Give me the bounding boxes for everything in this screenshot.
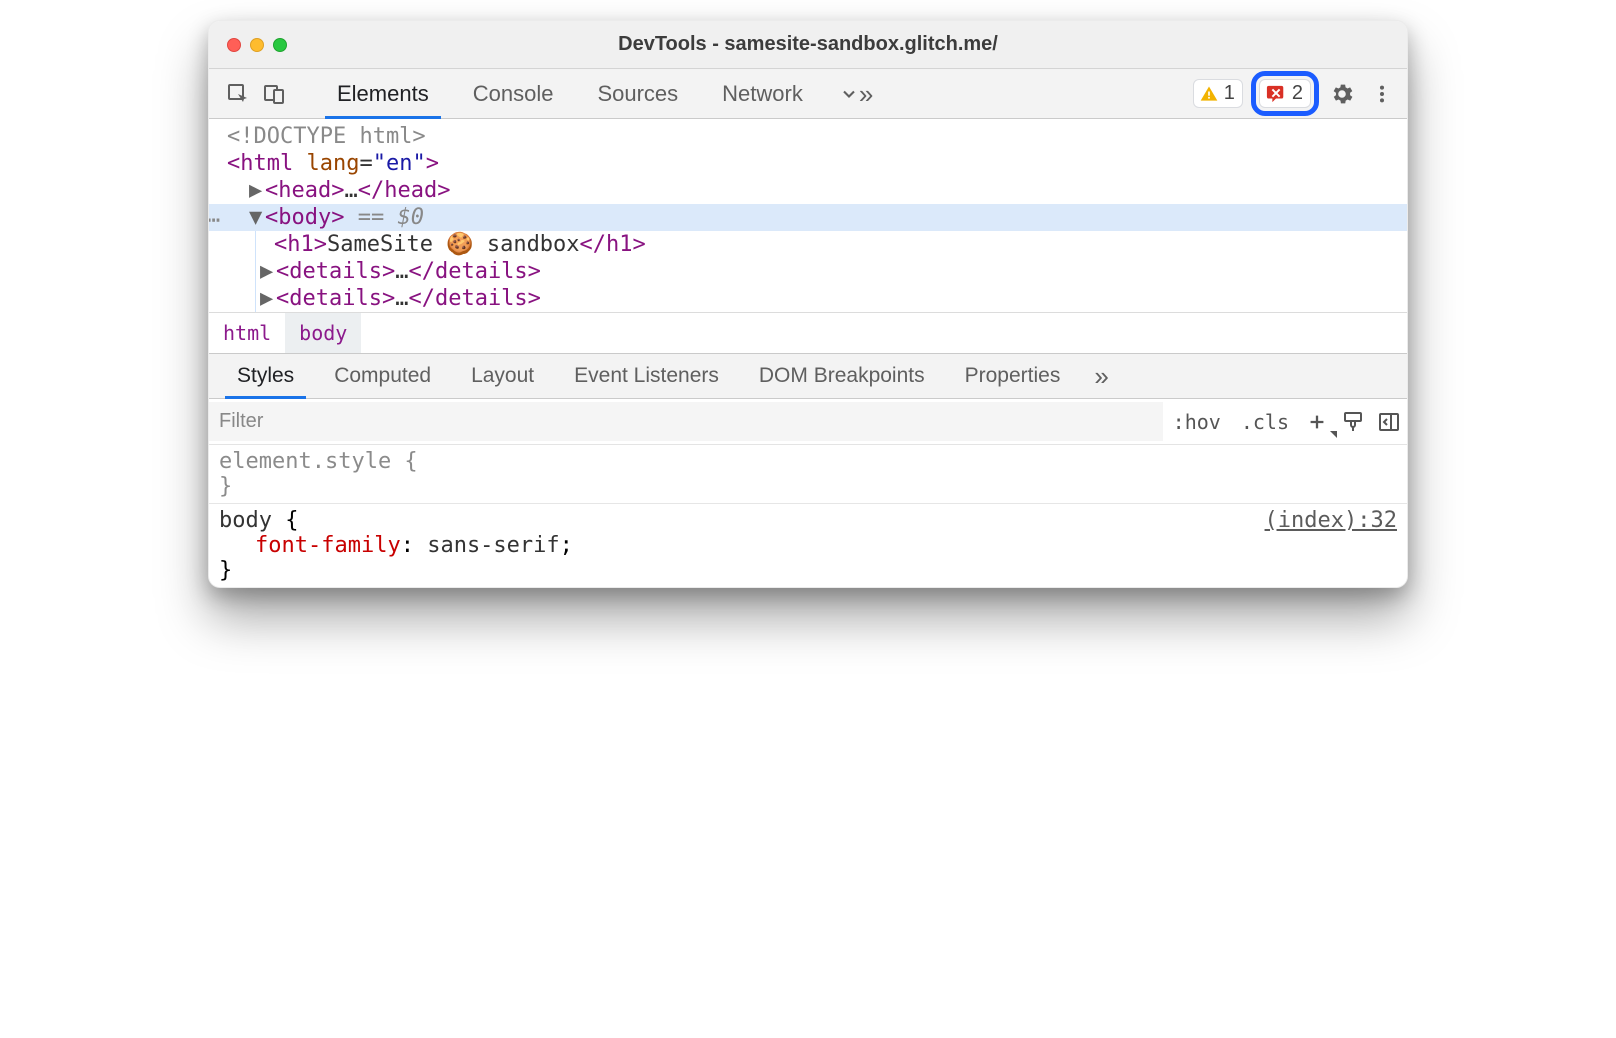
more-tabs-icon[interactable]: » [825, 69, 887, 118]
css-prop-font-family[interactable]: font-family [255, 533, 401, 558]
source-link[interactable]: (index):32 [1265, 508, 1397, 533]
device-toggle-icon[interactable] [259, 79, 289, 109]
cls-button[interactable]: .cls [1231, 399, 1299, 444]
side-panel-tabs: Styles Computed Layout Event Listeners D… [209, 353, 1407, 399]
minimize-icon[interactable] [250, 38, 264, 52]
issues-badge[interactable]: 2 [1259, 79, 1311, 108]
more-menu-icon[interactable] [1365, 77, 1399, 111]
tab-sources[interactable]: Sources [575, 69, 700, 118]
tab-elements[interactable]: Elements [315, 69, 451, 118]
ptab-properties[interactable]: Properties [945, 354, 1081, 398]
warnings-count: 1 [1224, 82, 1235, 105]
more-panel-tabs-icon[interactable]: » [1080, 361, 1122, 392]
toggle-sidebar-icon[interactable] [1371, 399, 1407, 444]
devtools-window: DevTools - samesite-sandbox.glitch.me/ E… [208, 20, 1408, 588]
warnings-badge[interactable]: 1 [1193, 79, 1243, 108]
breadcrumb-html[interactable]: html [209, 313, 285, 353]
paint-brush-icon[interactable] [1335, 399, 1371, 444]
dom-head[interactable]: ▶<head>…</head> [209, 177, 1407, 204]
ptab-layout[interactable]: Layout [451, 354, 554, 398]
issues-badge-highlight: 2 [1251, 71, 1319, 116]
css-val-font-family[interactable]: sans-serif [427, 533, 559, 558]
dom-h1[interactable]: <h1>SameSite 🍪 sandbox</h1> [255, 231, 1407, 258]
new-style-rule-icon[interactable] [1299, 399, 1335, 444]
status-badges: 1 2 [1193, 71, 1319, 116]
styles-pane: element.style { } body { (index):32 font… [209, 445, 1407, 587]
element-style-rule[interactable]: element.style { } [209, 445, 1407, 504]
dom-html[interactable]: <html lang="en"> [209, 150, 1407, 177]
dom-tree[interactable]: <!DOCTYPE html> <html lang="en"> ▶<head>… [209, 119, 1407, 312]
issues-count: 2 [1292, 82, 1303, 105]
inspect-element-icon[interactable] [223, 79, 253, 109]
traffic-lights [209, 38, 287, 52]
body-rule[interactable]: body { (index):32 font-family: sans-seri… [209, 504, 1407, 587]
styles-filter-row: :hov .cls [209, 399, 1407, 445]
main-tabs: Elements Console Sources Network » [315, 69, 887, 118]
ptab-styles[interactable]: Styles [217, 354, 314, 398]
tab-network[interactable]: Network [700, 69, 825, 118]
settings-icon[interactable] [1325, 77, 1359, 111]
dom-doctype[interactable]: <!DOCTYPE html> [209, 123, 1407, 150]
styles-filter-input[interactable] [209, 402, 1163, 441]
ptab-computed[interactable]: Computed [314, 354, 451, 398]
dom-body-selected[interactable]: ⋯▼<body> == $0 [209, 204, 1407, 231]
window-title: DevTools - samesite-sandbox.glitch.me/ [209, 33, 1407, 56]
maximize-icon[interactable] [273, 38, 287, 52]
breadcrumbs: html body [209, 312, 1407, 353]
body-selector: body [219, 508, 272, 533]
toolbar: Elements Console Sources Network » 1 2 [209, 69, 1407, 119]
hov-button[interactable]: :hov [1163, 399, 1231, 444]
tab-console[interactable]: Console [451, 69, 576, 118]
element-style-selector: element.style [219, 449, 391, 474]
ptab-event-listeners[interactable]: Event Listeners [554, 354, 739, 398]
ptab-dom-breakpoints[interactable]: DOM Breakpoints [739, 354, 945, 398]
titlebar: DevTools - samesite-sandbox.glitch.me/ [209, 21, 1407, 69]
dom-details-1[interactable]: ▶<details>…</details> [255, 258, 1407, 285]
close-icon[interactable] [227, 38, 241, 52]
dom-details-2[interactable]: ▶<details>…</details> [255, 285, 1407, 312]
breadcrumb-body[interactable]: body [285, 313, 361, 353]
